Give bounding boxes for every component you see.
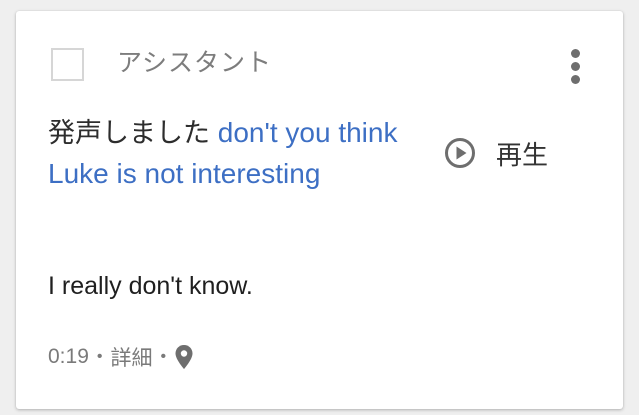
utterance-prefix: 発声しました [48, 118, 210, 149]
app-label: アシスタント [117, 48, 273, 77]
details-link[interactable]: 詳細 [110, 342, 152, 372]
utterance-text: 発声しました don't you think Luke is not inter… [48, 113, 408, 194]
location-pin-icon[interactable] [174, 344, 194, 370]
timestamp: 0:19 [48, 345, 89, 368]
play-label: 再生 [496, 140, 549, 171]
assistant-response: I really don't know. [48, 272, 253, 300]
separator: • [160, 348, 167, 365]
activity-card: アシスタント 発声しました don't you think Luke is no… [16, 11, 623, 409]
play-circle-icon [444, 137, 476, 169]
select-checkbox[interactable] [51, 48, 84, 81]
more-vertical-icon[interactable] [562, 47, 590, 87]
play-button[interactable]: 再生 [444, 135, 548, 171]
separator: • [96, 348, 103, 365]
activity-meta: 0:19 • 詳細 • [48, 341, 194, 373]
